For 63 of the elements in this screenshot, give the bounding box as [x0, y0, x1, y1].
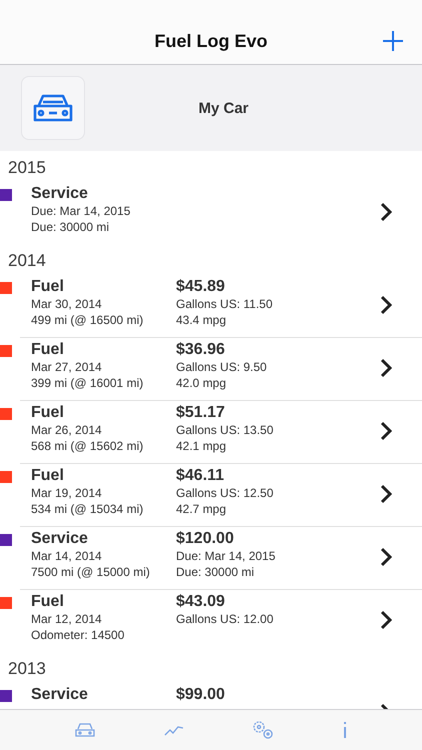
chevron-icon [380, 421, 392, 441]
add-button[interactable] [382, 30, 404, 52]
entry-detail: Mar 30, 2014 [31, 296, 103, 312]
entry-detail: Mar 14, 2014 [31, 548, 103, 564]
chevron-icon [380, 358, 392, 378]
entry-detail: Gallons US: 12.00 [176, 611, 274, 627]
entry-detail: 399 mi (@ 16001 mi) [31, 375, 144, 391]
entry-detail: 7500 mi (@ 15000 mi) [31, 564, 151, 580]
chevron-icon [380, 202, 392, 222]
chart-line-icon [164, 724, 184, 736]
chevron-icon [380, 610, 392, 630]
entry-title: Fuel [31, 592, 65, 611]
entry-detail: Mar 26, 2014 [31, 422, 103, 438]
tab-button[interactable] [74, 722, 96, 738]
entry-title: Fuel [31, 277, 65, 296]
entry-title: Service [31, 184, 89, 203]
entry-detail: 534 mi (@ 15034 mi) [31, 501, 144, 517]
entry-amount: $36.96 [176, 340, 226, 359]
entry-amount: $99.00 [176, 685, 226, 704]
entry-amount: $120.00 [176, 529, 235, 548]
entry-detail: 42.1 mpg [176, 438, 228, 454]
entry-title: Service [31, 685, 89, 704]
car-icon [74, 722, 96, 738]
tab-button[interactable] [342, 722, 348, 738]
entry-detail: Due: 30000 mi [176, 564, 256, 580]
car-icon [32, 92, 74, 124]
entry-detail: Gallons US: 12.50 [176, 485, 274, 501]
entry-title: Fuel [31, 403, 65, 422]
vehicle-name: My Car [197, 100, 250, 116]
chevron-icon [380, 547, 392, 567]
entry-amount: $43.09 [176, 592, 226, 611]
entry-detail: Mar 12, 2014 [31, 611, 103, 627]
gears-icon [252, 720, 274, 740]
tab-button[interactable] [252, 720, 274, 740]
app-title: Fuel Log Evo [154, 31, 268, 52]
entry-amount: $45.89 [176, 277, 226, 296]
entry-title: Service [31, 529, 89, 548]
entry-detail: Due: Mar 14, 2015 [176, 548, 276, 564]
entry-detail: 499 mi (@ 16500 mi) [31, 312, 144, 328]
entry-detail: Odometer: 14500 [31, 627, 126, 643]
entry-detail: Due: Mar 14, 2015 [31, 203, 132, 219]
entry-amount: $46.11 [176, 466, 226, 485]
entry-detail: 42.0 mpg [176, 375, 228, 391]
entry-detail: 568 mi (@ 15602 mi) [31, 438, 144, 454]
year-header: 2015 [7, 157, 47, 179]
entry-amount: $51.17 [176, 403, 226, 422]
entry-title: Fuel [31, 340, 65, 359]
entry-title: Fuel [31, 466, 65, 485]
chevron-icon [380, 484, 392, 504]
vehicle-tile[interactable] [21, 76, 85, 140]
entry-detail: 43.4 mpg [176, 312, 228, 328]
entry-detail: 42.7 mpg [176, 501, 228, 517]
entry-detail: Gallons US: 11.50 [176, 296, 274, 312]
entry-detail: Gallons US: 13.50 [176, 422, 274, 438]
entry-detail: Gallons US: 9.50 [176, 359, 268, 375]
entry-detail: Due: 30000 mi [31, 219, 110, 235]
info-icon [342, 722, 348, 738]
tab-button[interactable] [164, 724, 184, 736]
entry-detail: Mar 27, 2014 [31, 359, 103, 375]
entry-detail: Mar 19, 2014 [31, 485, 103, 501]
year-header: 2014 [7, 250, 47, 272]
chevron-icon [380, 295, 392, 315]
year-header: 2013 [7, 658, 47, 680]
